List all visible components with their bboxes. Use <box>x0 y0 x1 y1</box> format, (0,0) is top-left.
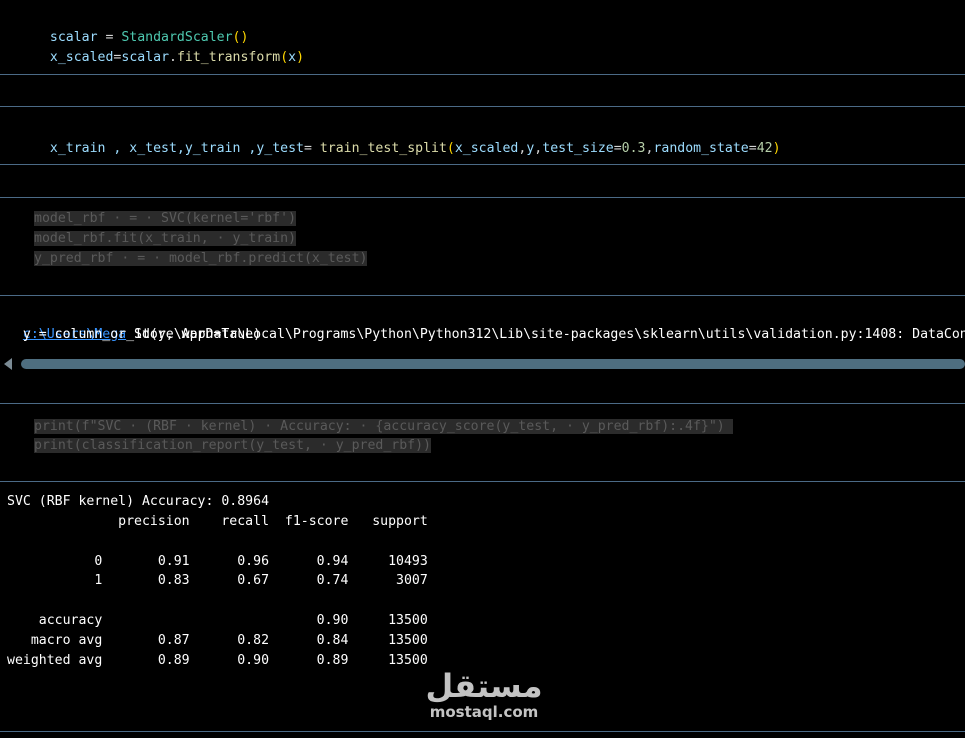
cell-separator <box>0 481 965 482</box>
report-row: 1 0.83 0.67 0.74 3007 <box>7 573 428 588</box>
cell-separator <box>0 74 965 75</box>
accuracy-output: SVC (RBF kernel) Accuracy: 0.8964 <box>7 494 270 509</box>
report-row: 0 0.91 0.96 0.94 10493 <box>7 554 428 569</box>
report-header: precision recall f1-score support <box>7 514 428 529</box>
warning-path-line: c:\Users\Mega Store\AppData\Local\Progra… <box>22 327 965 342</box>
code-line-x-scaled[interactable]: x_scaled=scalar.fit_transform(x) <box>34 28 304 65</box>
cell-separator <box>0 403 965 404</box>
report-row: accuracy 0.90 13500 <box>7 613 428 628</box>
code-line-print-accuracy[interactable]: print(f"SVC · (RBF · kernel) · Accuracy:… <box>34 417 733 437</box>
watermark-latin: mostaql.com <box>429 703 539 721</box>
code-line-predict[interactable]: y_pred_rbf · = · model_rbf.predict(x_tes… <box>34 249 368 269</box>
code-line-scalar[interactable]: scalar = StandardScaler() <box>34 8 249 45</box>
scroll-left-arrow-icon[interactable] <box>4 358 12 370</box>
cell-separator <box>0 731 965 732</box>
cell-separator <box>0 197 965 198</box>
code-line-model-fit[interactable]: model_rbf.fit(x_train, · y_train) <box>34 229 297 249</box>
report-row: weighted avg 0.89 0.90 0.89 13500 <box>7 653 428 668</box>
code-line-print-report[interactable]: print(classification_report(y_test, · y_… <box>34 436 431 456</box>
cell-separator <box>0 164 965 165</box>
code-line-train-test-split[interactable]: x_train , x_test,y_train ,y_test= train_… <box>34 119 781 156</box>
cell-separator <box>0 295 965 296</box>
report-row: macro avg 0.87 0.82 0.84 13500 <box>7 633 428 648</box>
watermark-arabic: مستقل <box>425 667 543 705</box>
code-line-model-rbf[interactable]: model_rbf · = · SVC(kernel='rbf') <box>34 209 297 229</box>
mostaql-watermark: مستقل mostaql.com <box>424 668 544 720</box>
cell-separator <box>0 106 965 107</box>
warning-code-line: y = column_or_1d(y, warn=True) <box>7 327 262 342</box>
horizontal-scrollbar-thumb[interactable] <box>21 359 965 369</box>
